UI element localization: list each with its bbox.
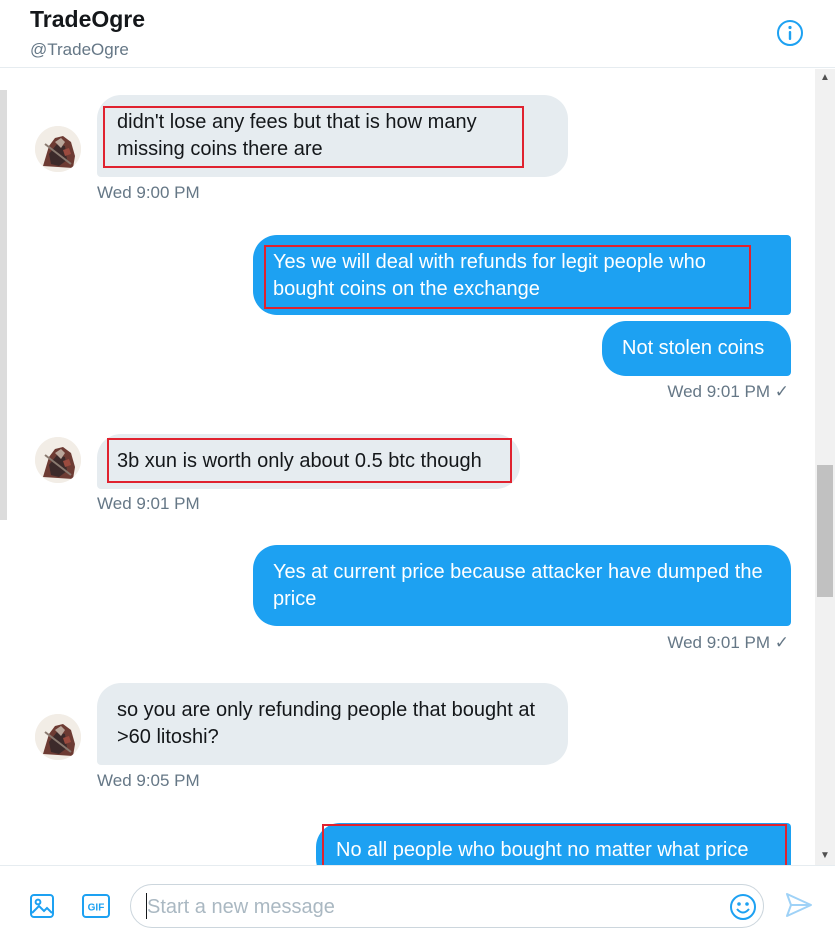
scrollbar[interactable]: ▲ ▼ (815, 69, 835, 865)
conversation-handle[interactable]: @TradeOgre (30, 40, 129, 60)
message-bubble-incoming[interactable]: didn't lose any fees but that is how man… (97, 95, 568, 177)
emoji-icon[interactable] (729, 893, 757, 921)
message-input[interactable] (145, 891, 719, 923)
avatar[interactable] (35, 126, 81, 172)
scroll-up-arrow-icon[interactable]: ▲ (815, 69, 835, 87)
conversation-header: TradeOgre @TradeOgre (0, 0, 835, 68)
image-icon[interactable] (29, 893, 55, 919)
text-caret (146, 893, 147, 919)
scrollbar-thumb[interactable] (817, 465, 833, 597)
message-timestamp: Wed 9:00 PM (97, 183, 200, 202)
avatar[interactable] (35, 714, 81, 760)
message-timestamp: Wed 9:01 PM ✓ (667, 633, 789, 652)
message-timestamp: Wed 9:05 PM (97, 771, 200, 790)
message-bubble-incoming[interactable]: 3b xun is worth only about 0.5 btc thoug… (97, 434, 520, 489)
info-icon[interactable] (776, 19, 804, 47)
conversation-name[interactable]: TradeOgre (30, 6, 145, 33)
message-thread[interactable]: didn't lose any fees but that is how man… (0, 69, 815, 865)
message-bubble-outgoing[interactable]: Yes at current price because attacker ha… (253, 545, 791, 626)
message-bubble-outgoing[interactable]: No all people who bought no matter what … (316, 823, 791, 865)
message-timestamp: Wed 9:01 PM ✓ (667, 382, 789, 401)
message-bubble-incoming[interactable]: so you are only refunding people that bo… (97, 683, 568, 765)
message-bubble-outgoing[interactable]: Not stolen coins (602, 321, 791, 376)
message-input-container[interactable] (130, 884, 764, 928)
scroll-down-arrow-icon[interactable]: ▼ (815, 847, 835, 865)
gif-label: GIF (88, 903, 105, 914)
send-icon[interactable] (784, 890, 814, 920)
message-timestamp: Wed 9:01 PM (97, 494, 200, 513)
gif-icon[interactable]: GIF (82, 893, 110, 919)
message-bubble-outgoing[interactable]: Yes we will deal with refunds for legit … (253, 235, 791, 315)
avatar[interactable] (35, 437, 81, 483)
message-composer: GIF (0, 865, 835, 933)
